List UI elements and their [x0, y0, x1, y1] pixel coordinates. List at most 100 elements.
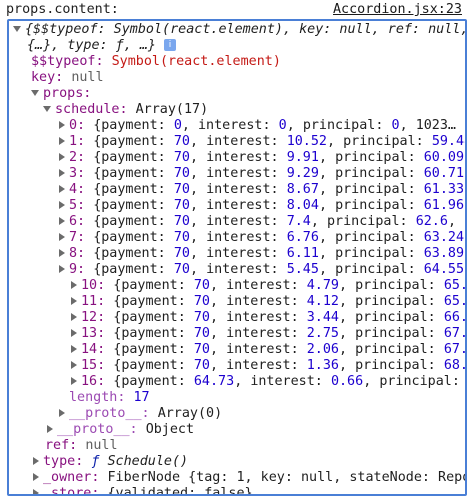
principal-key: principal: — [327, 214, 408, 229]
principal-key: principal: — [335, 230, 416, 245]
expand-right-icon[interactable] — [59, 153, 65, 161]
expand-right-icon[interactable] — [71, 297, 77, 305]
interest-value: 1.36 — [306, 358, 339, 373]
principal-key: principal: — [355, 358, 436, 373]
item-index: 2: — [69, 150, 86, 165]
comma: , — [447, 214, 456, 229]
expand-right-icon[interactable] — [33, 457, 39, 465]
type-row[interactable]: type: ƒ Schedule() — [33, 454, 188, 470]
schedule-item-row[interactable]: 7: {payment: 70, interest: 6.76, princip… — [59, 230, 465, 246]
expand-right-icon[interactable] — [71, 377, 77, 385]
schedule-item-row[interactable]: 9: {payment: 70, interest: 5.45, princip… — [59, 262, 465, 278]
principal-key: principal: — [335, 166, 416, 181]
expand-down-icon[interactable] — [43, 106, 51, 112]
expand-right-icon[interactable] — [59, 169, 65, 177]
expand-right-icon[interactable] — [47, 425, 53, 433]
comma: , — [234, 374, 243, 389]
source-link[interactable]: Accordion.jsx:23 — [333, 2, 462, 18]
schedule-item-row[interactable]: 8: {payment: 70, interest: 6.11, princip… — [59, 246, 465, 262]
expand-right-icon[interactable] — [59, 185, 65, 193]
interest-value: 9.29 — [286, 166, 319, 181]
principal-value: 67.94 — [443, 342, 465, 357]
comma: , — [399, 118, 408, 133]
schedule-item-row[interactable]: 14: {payment: 70, interest: 2.06, princi… — [71, 342, 465, 358]
schedule-item-row[interactable]: 4: {payment: 70, interest: 8.67, princip… — [59, 182, 465, 198]
schedule-item-row[interactable]: 3: {payment: 70, interest: 9.29, princip… — [59, 166, 465, 182]
object-proto-row[interactable]: __proto__: Object — [47, 422, 194, 438]
comma: , — [189, 262, 198, 277]
expand-right-icon[interactable] — [71, 361, 77, 369]
item-index: 8: — [69, 246, 86, 261]
payment-value: 70 — [193, 342, 210, 357]
expand-right-icon[interactable] — [59, 233, 65, 241]
function-icon: ƒ — [91, 454, 100, 469]
schedule-item-row[interactable]: 1: {payment: 70, interest: 10.52, princi… — [59, 134, 465, 150]
expand-right-icon[interactable] — [59, 137, 65, 145]
balance-truncated: balance… — [464, 214, 465, 229]
expand-right-icon[interactable] — [33, 489, 39, 494]
expand-right-icon[interactable] — [59, 121, 65, 129]
payment-value: 70 — [173, 214, 190, 229]
expand-right-icon[interactable] — [59, 265, 65, 273]
expand-right-icon[interactable] — [59, 217, 65, 225]
interest-key: interest: — [206, 166, 279, 181]
comma: , — [189, 150, 198, 165]
interest-key: interest: — [226, 294, 299, 309]
comma: , — [318, 246, 327, 261]
expand-right-icon[interactable] — [33, 473, 39, 481]
expand-right-icon[interactable] — [59, 201, 65, 209]
principal-key: principal: — [355, 310, 436, 325]
principal-value: 60.71 — [423, 166, 465, 181]
expand-right-icon[interactable] — [71, 345, 77, 353]
expand-right-icon[interactable] — [59, 249, 65, 257]
root-object-toggle[interactable]: {$$typeof: Symbol(react.element), key: n… — [13, 22, 465, 38]
schedule-row[interactable]: schedule: Array(17) — [43, 102, 208, 118]
payment-value: 64.73 — [193, 374, 235, 389]
interest-key: interest: — [250, 374, 323, 389]
principal-value: 66.56 — [443, 310, 465, 325]
info-icon[interactable]: i — [164, 39, 177, 51]
header-title: props.content: — [6, 2, 119, 17]
expand-right-icon[interactable] — [71, 313, 77, 321]
schedule-item-row[interactable]: 15: {payment: 70, interest: 1.36, princi… — [71, 358, 465, 374]
item-index: 0: — [69, 118, 86, 133]
interest-value: 2.75 — [306, 326, 339, 341]
schedule-key: schedule: — [55, 102, 128, 117]
comma: , — [210, 310, 219, 325]
owner-row[interactable]: _owner: FiberNode {tag: 1, key: null, st… — [33, 470, 465, 486]
schedule-item-row[interactable]: 13: {payment: 70, interest: 2.75, princi… — [71, 326, 465, 342]
store-row[interactable]: _store: {validated: false} — [33, 486, 253, 494]
schedule-item-row[interactable]: 16: {payment: 64.73, interest: 0.66, pri… — [71, 374, 465, 390]
interest-value: 8.04 — [286, 198, 319, 213]
schedule-item-row[interactable]: 5: {payment: 70, interest: 8.04, princip… — [59, 198, 465, 214]
expand-down-icon[interactable] — [31, 90, 39, 96]
expand-right-icon[interactable] — [59, 409, 65, 417]
props-row[interactable]: props: — [31, 86, 91, 102]
payment-key: payment: — [101, 166, 166, 181]
expand-right-icon[interactable] — [71, 329, 77, 337]
comma: , — [286, 118, 295, 133]
schedule-item-row[interactable]: 11: {payment: 70, interest: 4.12, princi… — [71, 294, 465, 310]
item-index: 6: — [69, 214, 86, 229]
expand-right-icon[interactable] — [71, 281, 77, 289]
comma: , — [210, 358, 219, 373]
payment-key: payment: — [101, 150, 166, 165]
schedule-item-row[interactable]: 6: {payment: 70, interest: 7.4, principa… — [59, 214, 465, 230]
payment-key: payment: — [121, 278, 186, 293]
schedule-item-row[interactable]: 12: {payment: 70, interest: 3.44, princi… — [71, 310, 465, 326]
comma: , — [189, 230, 198, 245]
comma: , — [210, 278, 219, 293]
schedule-item-row[interactable]: 0: {payment: 0, interest: 0, principal: … — [59, 118, 456, 134]
ref-key: ref: — [45, 438, 78, 453]
expand-down-icon[interactable] — [13, 26, 21, 32]
schedule-item-row[interactable]: 10: {payment: 70, interest: 4.79, princi… — [71, 278, 465, 294]
comma: , — [464, 230, 465, 245]
principal-key: principal: — [355, 342, 436, 357]
comma: , — [339, 310, 348, 325]
key-value: null — [71, 70, 104, 85]
comma: , — [189, 214, 198, 229]
schedule-item-row[interactable]: 2: {payment: 70, interest: 9.91, princip… — [59, 150, 465, 166]
array-proto-row[interactable]: __proto__: Array(0) — [59, 406, 222, 422]
interest-value: 6.11 — [286, 246, 319, 261]
interest-key: interest: — [206, 198, 279, 213]
